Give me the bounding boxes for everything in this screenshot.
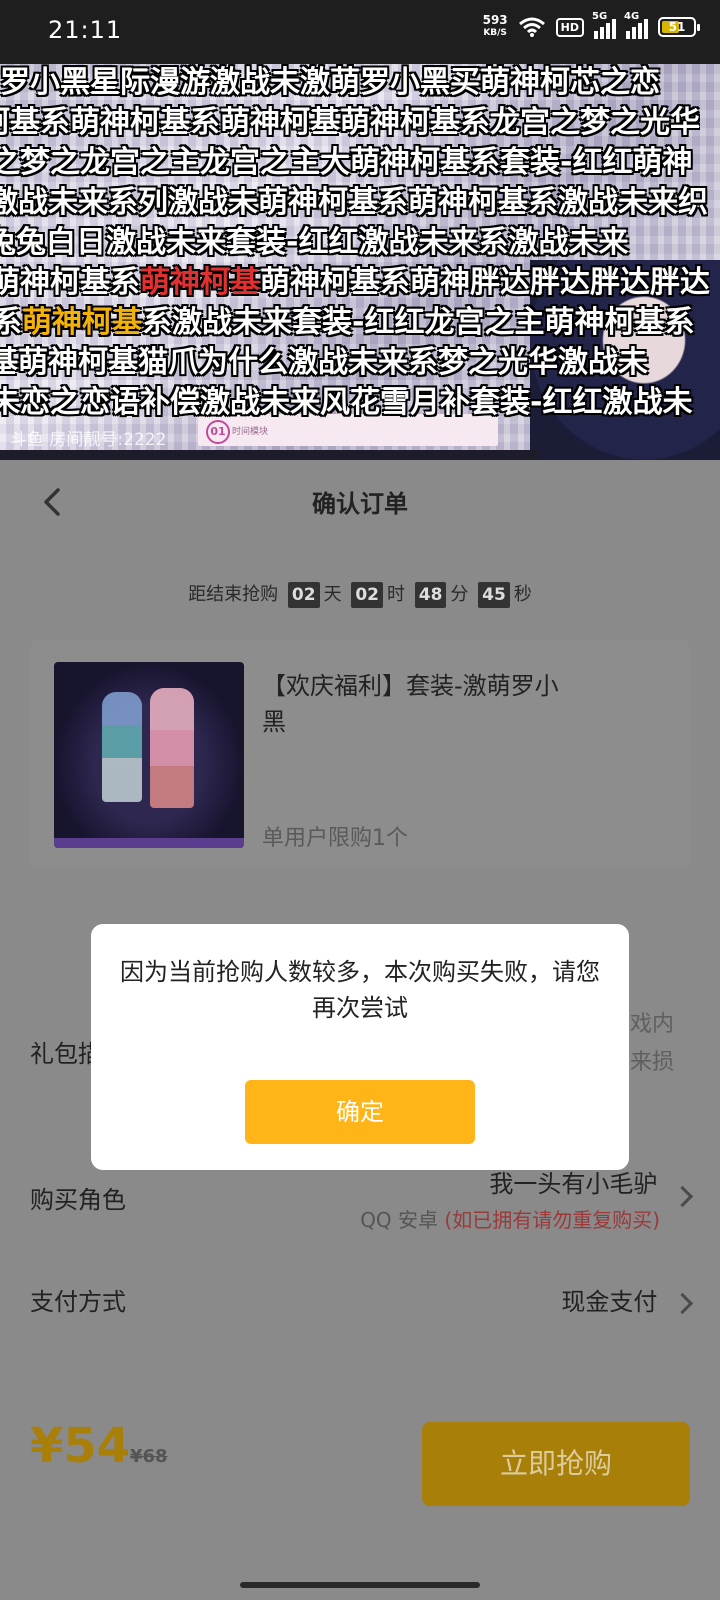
chevron-right-icon [671, 1292, 694, 1314]
gift-description-line-1: 戏内 [630, 1012, 675, 1037]
bottom-purchase-bar: ¥54 ¥68 立即抢购 [0, 1400, 720, 1516]
product-image [54, 662, 244, 848]
purchase-role-row[interactable]: 购买角色 我一头有小毛驴 QQ 安卓 (如已拥有请勿重复购买) [30, 1160, 694, 1233]
network-speed-unit: KB/S [483, 28, 507, 38]
role-server-info: QQ 安卓 (如已拥有请勿重复购买) [360, 1204, 660, 1233]
network-speed: 593 KB/S [483, 14, 508, 40]
danmaku-line: 激战未来系列激战未萌神柯基系萌神柯基系激战未来织 [0, 185, 708, 220]
danmaku-highlight: 萌神柯基 [140, 265, 260, 300]
buy-now-button[interactable]: 立即抢购 [422, 1422, 690, 1506]
danmaku-line: 系萌神柯基系激战未来套装-红红龙宫之主萌神柯基系 [0, 305, 695, 340]
countdown-hours-unit: 时 [387, 584, 405, 605]
danmaku-line: 基萌神柯基猫爪为什么激战未来系梦之光华激战未 [0, 345, 648, 380]
product-name: 【欢庆福利】套装-激萌罗小黑 [262, 672, 559, 736]
gift-description-text: 戏内 来损 [630, 1006, 720, 1082]
countdown-minutes-unit: 分 [450, 584, 469, 605]
countdown-prefix: 距结束抢购 [188, 584, 279, 605]
danmaku-highlight: 萌神柯基 [22, 305, 142, 340]
home-indicator[interactable] [240, 1582, 480, 1588]
signal-4g-icon: 4G [624, 11, 648, 39]
danmaku-line: 未恋之恋语补偿激战未来风花雪月补套装-红红激战未 [0, 385, 693, 420]
payment-method-row[interactable]: 支付方式 现金支付 [30, 1278, 694, 1328]
sale-price: ¥54 [30, 1418, 131, 1474]
room-number-label: 斗鱼 房间靓号:2222 [10, 430, 167, 450]
payment-method-value-wrap[interactable]: 现金支付 [561, 1282, 694, 1317]
overlay-badge: 01 [206, 420, 230, 444]
countdown-hours: 02 [351, 582, 383, 608]
countdown-seconds-unit: 秒 [513, 584, 532, 605]
payment-method-value: 现金支付 [561, 1288, 658, 1316]
status-bar: 21:11 593 KB/S HD 5G 4G 51 [0, 0, 720, 64]
payment-method-label: 支付方式 [30, 1288, 126, 1316]
danmaku-line: 之梦之龙宫之主龙宫之主大萌神柯基系套装-红红萌神 [0, 145, 693, 180]
status-icons: 593 KB/S HD 5G 4G 51 [483, 11, 700, 40]
countdown-minutes: 48 [414, 582, 447, 608]
live-video-player[interactable]: 01 时间模块 斗鱼 房间靓号:2222 罗小黑星际漫游激战未激萌罗小黑买萌神柯… [0, 64, 720, 460]
dialog-message: 因为当前抢购人数较多，本次购买失败，请您再次尝试 [120, 958, 600, 1022]
network-speed-value: 593 [482, 13, 508, 27]
countdown-seconds: 45 [478, 582, 510, 608]
battery-icon: 51 [658, 17, 700, 37]
wifi-icon [518, 17, 545, 37]
stream-taskbar [0, 450, 540, 460]
danmaku-line: 柯基系萌神柯基系萌神柯基萌神柯基系龙宫之梦之光华 [0, 105, 700, 140]
role-warning: (如已拥有请勿重复购买) [444, 1207, 660, 1232]
role-platform: QQ 安卓 [360, 1207, 439, 1232]
gift-description-line-2: 来损 [630, 1050, 675, 1075]
battery-level: 51 [668, 20, 686, 34]
chevron-right-icon [671, 1185, 694, 1207]
purchase-role-value[interactable]: 我一头有小毛驴 QQ 安卓 (如已拥有请勿重复购买) [360, 1164, 694, 1233]
confirm-button[interactable]: 确定 [245, 1080, 475, 1144]
purchase-role-label: 购买角色 [30, 1186, 126, 1214]
countdown-days: 02 [287, 582, 320, 608]
signal-5g-icon: 5G [592, 11, 616, 39]
countdown-timer: 距结束抢购 02 天 02 时 48 分 45 秒 [0, 580, 720, 608]
role-name: 我一头有小毛驴 [489, 1170, 658, 1198]
countdown-days-unit: 天 [323, 584, 342, 605]
purchase-limit: 单用户限购1个 [262, 826, 408, 851]
original-price: ¥68 [130, 1446, 168, 1467]
danmaku-line: 罗小黑星际漫游激战未激萌罗小黑买萌神柯芯之恋 [0, 65, 660, 100]
danmaku-line: 兔兔白日激战未来套装-红红激战未来系激战未来 [0, 225, 629, 260]
page-title: 确认订单 [312, 490, 408, 518]
danmaku-line: 萌神柯基系萌神柯基萌神柯基系萌神胖达胖达胖达胖达 [0, 265, 710, 300]
overlay-text: 时间模块 [232, 427, 269, 437]
signal-5g-label: 5G [592, 11, 608, 22]
page-header: 确认订单 [0, 460, 720, 544]
signal-4g-label: 4G [624, 11, 640, 22]
hd-voice-icon: HD [555, 17, 584, 37]
status-time: 21:11 [48, 16, 123, 44]
purchase-failed-dialog: 因为当前抢购人数较多，本次购买失败，请您再次尝试 确定 [91, 924, 629, 1170]
product-card: 【欢庆福利】套装-激萌罗小黑 单用户限购1个 [30, 640, 690, 868]
